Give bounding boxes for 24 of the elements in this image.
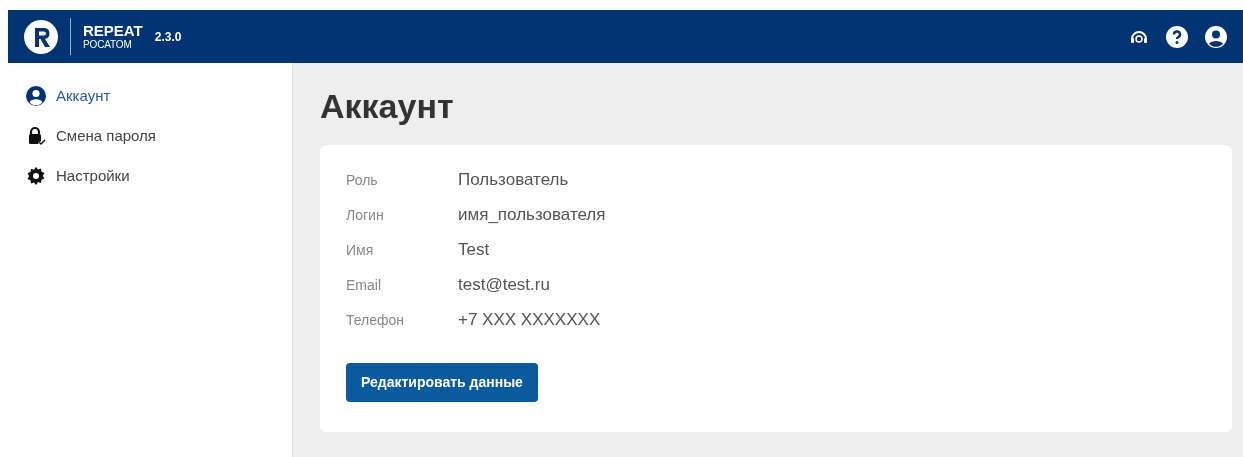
user-icon[interactable] bbox=[1205, 25, 1227, 48]
field-value: имя_пользователя bbox=[458, 204, 606, 227]
field-label: Роль bbox=[346, 170, 379, 190]
field-label: Email bbox=[346, 275, 382, 295]
version-label: 2.3.0 bbox=[154, 28, 182, 46]
sidebar-item[interactable]: Настройки bbox=[8, 159, 292, 193]
field-value: test@test.ru bbox=[458, 274, 550, 297]
field-label: Логин bbox=[346, 205, 385, 225]
field-value: Пользователь bbox=[458, 169, 569, 192]
sidebar-item[interactable]: Аккаунт bbox=[8, 79, 292, 113]
edit-data-button[interactable]: Редактировать данные bbox=[346, 363, 538, 402]
field-value: Test bbox=[458, 239, 490, 262]
brand-subtitle: РОСАТОМ bbox=[83, 40, 133, 50]
field-value: +7 XXX XXXXXXX bbox=[458, 309, 601, 332]
lock-icon bbox=[26, 126, 46, 146]
logo-icon bbox=[24, 19, 58, 54]
brand-name: REPEAT bbox=[83, 23, 143, 38]
field-label: Телефон bbox=[346, 310, 406, 330]
sidebar-item[interactable]: Смена пароля bbox=[8, 119, 292, 153]
help-icon[interactable] bbox=[1166, 25, 1188, 48]
page-title: Аккаунт bbox=[320, 89, 455, 123]
gear-icon bbox=[26, 166, 46, 186]
user-icon bbox=[26, 86, 46, 106]
field-label: Имя bbox=[346, 240, 375, 260]
